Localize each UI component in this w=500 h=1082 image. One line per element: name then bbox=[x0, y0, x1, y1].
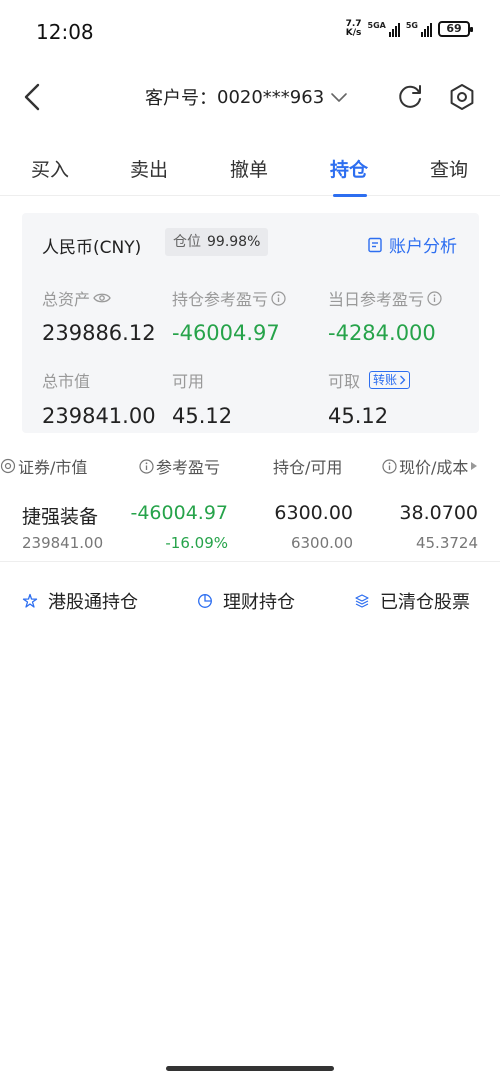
document-icon bbox=[368, 237, 382, 252]
info-icon[interactable] bbox=[427, 290, 442, 306]
top-header: 客户号： 0020***963 bbox=[0, 64, 500, 130]
tab-sell[interactable]: 卖出 bbox=[130, 155, 168, 182]
account-analysis-link[interactable]: 账户分析 bbox=[367, 232, 457, 257]
holding-pl-label: 持仓参考盈亏 bbox=[172, 286, 286, 310]
holding-pl-value: -46004.97 bbox=[172, 321, 280, 345]
column-header-price[interactable]: 现价/成本 bbox=[382, 454, 478, 478]
eye-icon[interactable] bbox=[93, 291, 111, 305]
today-pl-value: -4284.000 bbox=[328, 321, 436, 345]
column-header-holding[interactable]: 持仓/可用 bbox=[273, 454, 342, 478]
stock-cost: 45.3724 bbox=[415, 534, 478, 552]
stock-available: 6300.00 bbox=[290, 534, 353, 552]
stock-market-value: 239841.00 bbox=[22, 534, 104, 552]
chevron-right-icon bbox=[400, 375, 406, 385]
total-assets-label: 总资产 bbox=[42, 286, 111, 310]
withdrawable-label: 可取 转账 bbox=[328, 368, 411, 392]
hk-connect-holdings-link[interactable]: 港股通持仓 bbox=[22, 588, 138, 614]
back-arrow-icon[interactable] bbox=[20, 82, 44, 112]
settings-hexagon-icon[interactable] bbox=[447, 82, 477, 112]
signal-icon: 5GA bbox=[368, 21, 400, 37]
status-bar: 12:08 7.7 K/s 5GA 5G 69 bbox=[0, 0, 500, 64]
account-summary-card: 人民币(CNY) 仓位 99.98% 账户分析 总资产 239886.12 持仓参… bbox=[22, 213, 479, 433]
refresh-icon[interactable] bbox=[396, 83, 424, 111]
tab-holdings[interactable]: 持仓 bbox=[330, 155, 368, 182]
home-indicator[interactable] bbox=[166, 1066, 334, 1071]
info-icon bbox=[139, 458, 154, 474]
status-indicators: 7.7 K/s 5GA 5G 69 bbox=[345, 19, 473, 38]
pie-chart-icon bbox=[198, 594, 212, 608]
stock-price: 38.0700 bbox=[399, 502, 478, 524]
available-value: 45.12 bbox=[172, 404, 233, 428]
scroll-right-icon bbox=[471, 462, 478, 470]
stock-name: 捷强装备 bbox=[22, 506, 99, 528]
stock-holding: 6300.00 bbox=[274, 502, 353, 524]
table-row[interactable]: 捷强装备 239841.00 -46004.97 -16.09% 6300.00… bbox=[0, 490, 500, 562]
tab-query[interactable]: 查询 bbox=[430, 155, 468, 182]
hk-connect-icon bbox=[22, 593, 38, 608]
chevron-down-icon bbox=[331, 93, 347, 102]
withdrawable-value: 45.12 bbox=[328, 404, 389, 428]
active-tab-indicator bbox=[333, 194, 367, 197]
currency-label: 人民币(CNY) bbox=[42, 238, 142, 258]
column-header-pl[interactable]: 参考盈亏 bbox=[139, 454, 220, 478]
layers-icon bbox=[355, 594, 369, 608]
cleared-stocks-link[interactable]: 已清仓股票 bbox=[354, 588, 470, 614]
position-ratio-badge: 仓位 99.98% bbox=[165, 228, 269, 256]
today-pl-label: 当日参考盈亏 bbox=[328, 286, 442, 310]
battery-icon: 69 bbox=[438, 21, 473, 37]
network-speed: 7.7 K/s bbox=[345, 19, 362, 38]
market-value-label: 总市值 bbox=[42, 372, 91, 391]
stock-pl-percent: -16.09% bbox=[165, 534, 228, 552]
total-assets-value: 239886.12 bbox=[42, 321, 156, 345]
stock-pl: -46004.97 bbox=[130, 502, 228, 524]
info-icon[interactable] bbox=[271, 290, 286, 306]
account-label: 客户号： bbox=[145, 88, 217, 109]
account-number: 0020***963 bbox=[217, 86, 325, 108]
transfer-button[interactable]: 转账 bbox=[369, 371, 411, 389]
target-icon bbox=[0, 458, 16, 474]
market-value-value: 239841.00 bbox=[42, 404, 156, 428]
info-icon bbox=[382, 458, 397, 474]
tab-buy[interactable]: 买入 bbox=[31, 155, 69, 182]
status-time: 12:08 bbox=[36, 20, 94, 44]
column-header-security[interactable]: 证券/市值 bbox=[0, 454, 87, 478]
trade-tabs: 买入 卖出 撤单 持仓 查询 bbox=[0, 140, 500, 197]
wealth-holdings-link[interactable]: 理财持仓 bbox=[197, 588, 295, 614]
account-selector[interactable]: 客户号： 0020***963 bbox=[145, 84, 348, 110]
signal-icon-2: 5G bbox=[406, 21, 432, 37]
tab-cancel[interactable]: 撤单 bbox=[230, 155, 268, 182]
available-label: 可用 bbox=[172, 372, 205, 391]
